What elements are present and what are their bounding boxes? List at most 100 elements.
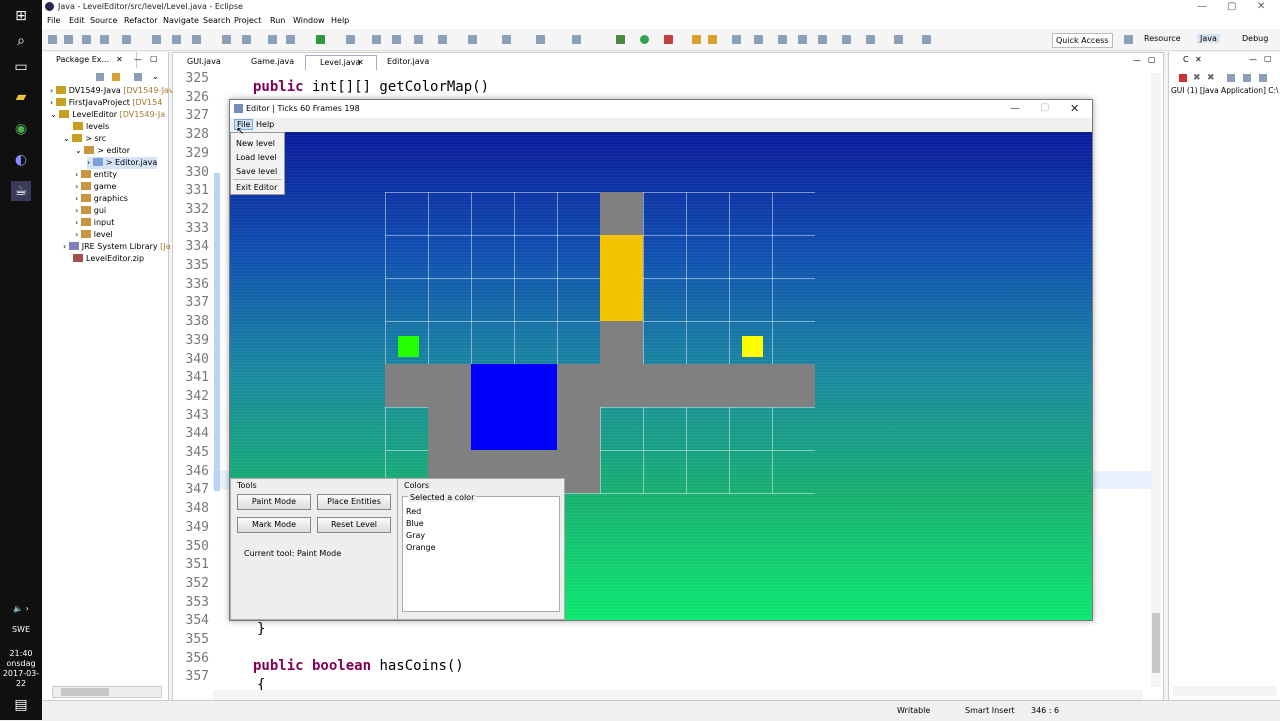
search-tool-icon[interactable]: [754, 35, 763, 44]
tree-item[interactable]: › graphics: [75, 193, 128, 205]
horizontal-scrollbar[interactable]: [213, 690, 1143, 700]
perspective-java[interactable]: Java: [1197, 34, 1220, 43]
terminate-icon[interactable]: [1179, 74, 1187, 82]
pin-console-icon[interactable]: [1243, 74, 1251, 82]
tree-item[interactable]: levels: [73, 121, 109, 133]
forward-icon[interactable]: [922, 35, 931, 44]
level-tile-gray[interactable]: [428, 407, 471, 450]
build-icon[interactable]: [346, 35, 355, 44]
menu-help[interactable]: Help: [256, 120, 274, 129]
menu-item-exit-editor[interactable]: Exit Editor: [236, 183, 277, 192]
tree-item[interactable]: › JRE System Library [Ja: [63, 241, 171, 253]
close-icon[interactable]: ✕: [1257, 1, 1265, 12]
tree-item-selected[interactable]: › > Editor.java: [87, 157, 158, 169]
menu-edit[interactable]: Edit: [69, 16, 85, 25]
search-icon[interactable]: ⌕: [11, 31, 31, 51]
language-indicator[interactable]: SWE: [0, 625, 42, 635]
tool-icon[interactable]: [818, 35, 827, 44]
color-item-orange[interactable]: Orange: [406, 543, 436, 552]
code-line-356[interactable]: public boolean hasCoins(): [253, 658, 464, 674]
tool-icon[interactable]: [414, 35, 423, 44]
level-tile-blue[interactable]: [471, 364, 514, 407]
level-tile-gray[interactable]: [729, 364, 772, 407]
tree-item[interactable]: LevelEditor.zip: [73, 253, 144, 265]
menu-navigate[interactable]: Navigate: [163, 16, 199, 25]
maximize-icon[interactable]: ▢: [1227, 1, 1236, 12]
display-console-icon[interactable]: [1259, 74, 1267, 82]
level-tile-gray[interactable]: [643, 364, 686, 407]
vertical-scrollbar[interactable]: [1151, 73, 1161, 687]
windows-start-icon[interactable]: ⊞: [11, 6, 31, 26]
tree-item[interactable]: › level: [75, 229, 113, 241]
save-icon[interactable]: [82, 35, 91, 44]
minimize-icon[interactable]: —: [1133, 56, 1141, 65]
package-explorer-tab[interactable]: Package Ex...: [42, 52, 137, 68]
chevron-down-icon[interactable]: ⌄: [152, 72, 159, 81]
java-app-icon[interactable]: ☕: [11, 181, 31, 201]
reset-level-button[interactable]: Reset Level: [317, 517, 391, 533]
level-tile-gray[interactable]: [772, 364, 815, 407]
level-tile-gray[interactable]: [557, 364, 600, 407]
tab-game-java[interactable]: Game.java: [237, 55, 309, 69]
eclipse-icon[interactable]: ◐: [11, 150, 31, 170]
menu-window[interactable]: Window: [293, 16, 325, 25]
color-item-red[interactable]: Red: [406, 507, 421, 516]
menu-run[interactable]: Run: [270, 16, 285, 25]
close-icon[interactable]: ✕: [1070, 102, 1079, 115]
tree-item[interactable]: › input: [75, 217, 114, 229]
tree-item[interactable]: › entity: [75, 169, 117, 181]
level-tile-blue[interactable]: [514, 407, 557, 450]
paint-mode-button[interactable]: Paint Mode: [237, 494, 311, 510]
run-icon[interactable]: [640, 35, 649, 44]
code-line-354[interactable]: }: [257, 621, 265, 637]
tool-icon[interactable]: [468, 35, 477, 44]
level-tile-gray[interactable]: [600, 192, 643, 235]
close-icon[interactable]: ✕: [116, 55, 123, 64]
level-tile-gray[interactable]: [557, 407, 600, 450]
toggle-mark-icon[interactable]: [268, 35, 277, 44]
debug-step-icon[interactable]: [122, 35, 131, 44]
tree-item[interactable]: › DV1549-Java [DV1549-Jav: [50, 85, 174, 97]
close-icon[interactable]: ✕: [357, 58, 364, 67]
menu-item-load-level[interactable]: Load level: [236, 153, 277, 162]
tree-item[interactable]: › FirstJavaProject [DV154: [50, 97, 162, 109]
refresh-icon[interactable]: [316, 35, 325, 44]
console-tab[interactable]: C: [1169, 52, 1209, 68]
place-entities-button[interactable]: Place Entities: [317, 494, 391, 510]
level-tile-orange[interactable]: [600, 278, 643, 321]
level-tile-orange[interactable]: [600, 235, 643, 278]
minimize-icon[interactable]: —: [134, 55, 142, 64]
code-line-325[interactable]: public int[][] getColorMap(): [253, 79, 489, 95]
level-tile-gray[interactable]: [686, 364, 729, 407]
tool-icon[interactable]: [438, 35, 447, 44]
tool-icon[interactable]: [372, 35, 381, 44]
close-icon[interactable]: ✕: [1195, 55, 1202, 64]
tree-item[interactable]: ⌄ LevelEditor [DV1549-Ja: [50, 109, 165, 121]
terminate-icon[interactable]: [192, 35, 201, 44]
mark-mode-button[interactable]: Mark Mode: [237, 517, 311, 533]
tab-editor-java[interactable]: Editor.java: [373, 55, 449, 69]
tool-icon[interactable]: [502, 35, 511, 44]
horizontal-scrollbar[interactable]: [52, 686, 162, 698]
new-dropdown-icon[interactable]: [64, 35, 73, 44]
link-with-editor-icon[interactable]: [112, 73, 120, 81]
level-tile-gray[interactable]: [385, 364, 428, 407]
tree-item[interactable]: ⌄ > editor: [75, 145, 130, 157]
new-class-icon[interactable]: [708, 35, 717, 44]
tool-icon[interactable]: [798, 35, 807, 44]
menu-search[interactable]: Search: [203, 16, 230, 25]
color-list[interactable]: Red Blue Gray Orange: [402, 496, 560, 612]
tree-item[interactable]: › gui: [75, 205, 106, 217]
perspective-resource[interactable]: Resource: [1144, 34, 1181, 43]
scrollbar-thumb[interactable]: [61, 688, 109, 696]
step-into-icon[interactable]: [222, 35, 231, 44]
level-tile-gray[interactable]: [600, 321, 643, 364]
menu-item-new-level[interactable]: New level: [236, 139, 275, 148]
volume-indicator[interactable]: 🔈 ›: [0, 604, 42, 614]
minimize-icon[interactable]: —: [1010, 103, 1020, 114]
level-tile-blue[interactable]: [514, 364, 557, 407]
minimize-icon[interactable]: —: [1249, 55, 1257, 64]
external-tools-icon[interactable]: [664, 35, 673, 44]
tree-item[interactable]: ⌄ > src: [63, 133, 106, 145]
collapse-all-icon[interactable]: [96, 73, 104, 81]
